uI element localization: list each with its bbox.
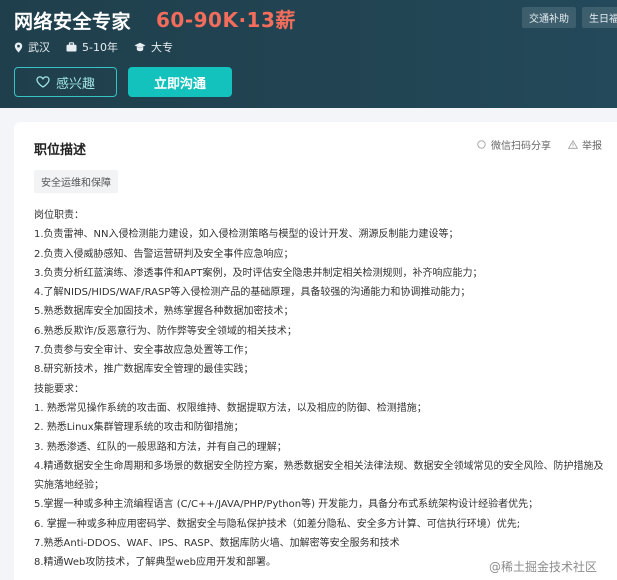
job-description-text: 岗位职责： 1.负责雷神、NN入侵检测能力建设，如入侵检测策略与模型的设计开发、… [34, 206, 606, 573]
description-line: 6. 掌握一种或多种应用密码学、数据安全与隐私保护技术（如差分隐私、安全多方计算… [34, 518, 521, 530]
description-line: 8.研究新技术，推广数据库安全管理的最佳实践； [34, 364, 254, 376]
description-line: 5.掌握一种或多种主流编程语言 (C/C++/JAVA/PHP/Python等)… [34, 499, 539, 511]
description-line: 4.了解NIDS/HIDS/WAF/RASP等入侵检测产品的基础原理，具备较强的… [34, 287, 471, 299]
description-line: 7.负责参与安全审计、安全事故应急处置等工作； [34, 345, 254, 357]
report-link[interactable]: 举报 [568, 137, 602, 152]
section-title: 职位描述 [34, 143, 87, 158]
education-label: 大专 [150, 41, 173, 54]
meta-experience: 5-10年 [66, 39, 118, 55]
warning-icon [568, 140, 578, 149]
salary: 60-90K·13薪 [156, 8, 296, 32]
graduation-cap-icon [134, 42, 146, 52]
benefit-tag: 生日福 [582, 7, 617, 28]
job-description-card: 职位描述 微信扫码分享 举报 安全运维和保障 岗位职责： 1.负责雷神、NN入侵… [14, 122, 617, 580]
job-title: 网络安全专家 [14, 11, 132, 33]
circle-icon [477, 140, 486, 149]
meta-city: 武汉 [14, 39, 50, 55]
description-line: 岗位职责： [34, 210, 84, 221]
description-line: 5.熟悉数据库安全加固技术，熟练掌握各种数据加密技术； [34, 306, 294, 318]
description-line: 2.负责入侵威胁感知、告警运营研判及安全事件应急响应； [34, 248, 294, 260]
description-line: 3. 熟悉渗透、红队的一般思路和方法，并有自己的理解； [34, 441, 287, 453]
description-line: 2. 熟悉Linux集群管理系统的攻击和防御措施； [34, 422, 244, 434]
description-line: 1. 熟悉常见操作系统的攻击面、权限维持、数据提取方法，以及相应的防御、检测措施… [34, 402, 427, 414]
report-label: 举报 [582, 141, 602, 152]
description-line: 3.负责分析红蓝演练、渗透事件和APT案例，及时评估安全隐患并制定相关检测规则，… [34, 267, 483, 279]
benefit-tags: 交通补助 生日福 [522, 7, 617, 28]
share-label: 微信扫码分享 [491, 141, 551, 152]
interest-button[interactable]: 感兴趣 [14, 67, 117, 97]
city-label: 武汉 [28, 41, 50, 54]
meta-education: 大专 [134, 39, 173, 55]
wechat-share-link[interactable]: 微信扫码分享 [477, 137, 551, 152]
job-header: 网络安全专家 60-90K·13薪 交通补助 生日福 武汉 5-10年 大专 感… [0, 0, 617, 108]
heart-icon [36, 76, 50, 88]
watermark-text: @稀土掘金技术社区 [489, 560, 598, 574]
description-line: 4.精通数据安全生命周期和多场景的数据安全防控方案，熟悉数据安全相关法律法规、数… [34, 460, 604, 492]
job-meta: 武汉 5-10年 大专 [14, 39, 189, 55]
job-category-tag: 安全运维和保障 [34, 170, 118, 193]
description-line: 6.熟悉反欺诈/反恶意行为、防作弊等安全领域的相关技术； [34, 325, 297, 337]
experience-label: 5-10年 [82, 41, 118, 54]
interest-label: 感兴趣 [55, 76, 95, 92]
watermark: @稀土掘金技术社区 [489, 558, 597, 575]
description-line: 1.负责雷神、NN入侵检测能力建设，如入侵检测策略与模型的设计开发、溯源反制能力… [34, 229, 459, 241]
briefcase-icon [66, 42, 77, 52]
description-line: 7.熟悉Anti-DDOS、WAF、IPS、RASP、数据库防火墙、加解密等安全… [34, 538, 400, 550]
benefit-tag: 交通补助 [522, 7, 576, 28]
chat-now-button[interactable]: 立即沟通 [128, 67, 232, 97]
location-icon [14, 42, 23, 52]
description-line: 技能要求： [34, 383, 84, 395]
